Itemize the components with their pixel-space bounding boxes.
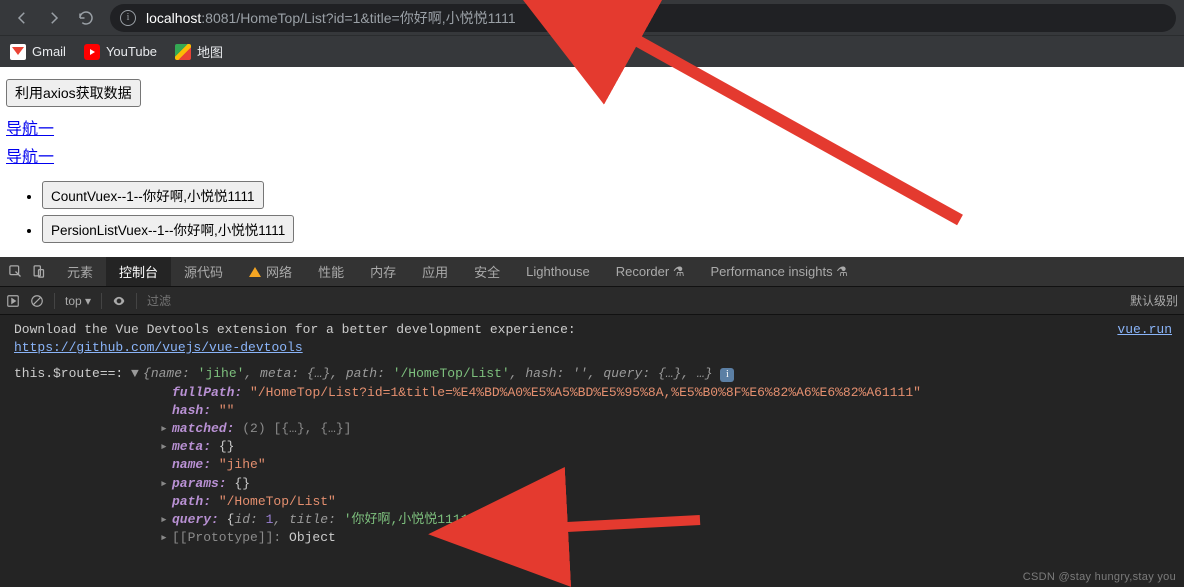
count-vuex-button[interactable]: CountVuex--1--你好啊,小悦悦1111 [42,181,264,209]
persion-list-vuex-button[interactable]: PersionListVuex--1--你好啊,小悦悦1111 [42,215,294,243]
console-line: ▸[[Prototype]]: Object [0,529,1184,547]
console-line: path: "/HomeTop/List" [0,493,1184,511]
bookmark-label: Gmail [32,44,66,59]
list-item: CountVuex--1--你好啊,小悦悦1111 [42,181,1178,209]
clear-console-icon[interactable] [30,294,44,308]
tab-label: 网络 [266,262,292,281]
url-path: :8081/HomeTop/List?id=1&title=你好啊,小悦悦111… [201,10,515,26]
warning-icon [249,267,261,277]
browser-toolbar: i localhost:8081/HomeTop/List?id=1&title… [0,0,1184,35]
tab-recorder[interactable]: Recorder ⚗ [603,257,698,286]
info-badge-icon[interactable]: i [720,368,734,382]
back-icon[interactable] [8,4,36,32]
list-item: PersionListVuex--1--你好啊,小悦悦1111 [42,215,1178,243]
device-toggle-icon[interactable] [31,264,46,279]
nav-links: 导航一 导航一 [6,115,1178,167]
nav-link-2[interactable]: 导航一 [6,143,1178,167]
filter-input[interactable] [147,294,267,308]
youtube-icon [84,44,100,60]
nav-link-1[interactable]: 导航一 [6,115,1178,139]
tab-application[interactable]: 应用 [409,257,461,286]
page-content: 利用axios获取数据 导航一 导航一 CountVuex--1--你好啊,小悦… [0,67,1184,257]
tab-security[interactable]: 安全 [461,257,513,286]
maps-icon [175,44,191,60]
console-filter-bar: top ▾ 默认级别 [0,287,1184,315]
tab-network[interactable]: 网络 [236,257,305,286]
tab-sources[interactable]: 源代码 [171,257,236,286]
console-output: vue.run Download the Vue Devtools extens… [0,315,1184,587]
omnibox[interactable]: i localhost:8081/HomeTop/List?id=1&title… [110,4,1176,32]
tab-console[interactable]: 控制台 [106,257,171,286]
devtools-panel: 元素 控制台 源代码 网络 性能 内存 应用 安全 Lighthouse Rec… [0,257,1184,587]
bookmark-youtube[interactable]: YouTube [84,44,157,60]
console-line: fullPath: "/HomeTop/List?id=1&title=%E4%… [0,384,1184,402]
tab-perf-insights[interactable]: Performance insights ⚗ [697,257,860,286]
url-host: localhost [146,10,201,26]
console-line: ▸matched: (2) [{…}, {…}] [0,420,1184,438]
console-line: hash: "" [0,402,1184,420]
fetch-data-button[interactable]: 利用axios获取数据 [6,79,141,107]
console-line: https://github.com/vuejs/vue-devtools [0,339,1184,357]
route-button-list: CountVuex--1--你好啊,小悦悦1111 PersionListVue… [6,181,1178,243]
log-level-dropdown[interactable]: 默认级别 [1130,292,1178,309]
separator [54,293,55,309]
devtools-inspect-icons [0,257,54,286]
eye-icon[interactable] [112,294,126,308]
inspect-element-icon[interactable] [8,264,23,279]
console-line: name: "jihe" [0,456,1184,474]
console-line: Download the Vue Devtools extension for … [0,321,1184,339]
bookmark-label: YouTube [106,44,157,59]
gmail-icon [10,44,26,60]
tab-performance[interactable]: 性能 [305,257,357,286]
devtools-tabs: 元素 控制台 源代码 网络 性能 内存 应用 安全 Lighthouse Rec… [0,257,1184,287]
console-line: ▸params: {} [0,475,1184,493]
site-info-icon[interactable]: i [120,10,136,26]
bookmarks-bar: Gmail YouTube 地图 [0,35,1184,67]
context-dropdown[interactable]: top ▾ [65,294,91,308]
console-line: this.$route==: ▼{name: 'jihe', meta: {…}… [0,365,1184,383]
bookmark-gmail[interactable]: Gmail [10,44,66,60]
bookmark-maps[interactable]: 地图 [175,42,223,61]
tab-lighthouse[interactable]: Lighthouse [513,257,603,286]
console-line: ▸meta: {} [0,438,1184,456]
url-text: localhost:8081/HomeTop/List?id=1&title=你… [146,8,516,28]
tab-memory[interactable]: 内存 [357,257,409,286]
watermark-text: CSDN @stay hungry,stay you [1023,571,1176,583]
forward-icon[interactable] [40,4,68,32]
source-link[interactable]: vue.run [1117,321,1184,339]
reload-icon[interactable] [72,4,100,32]
bookmark-label: 地图 [197,42,223,61]
devtools-link[interactable]: https://github.com/vuejs/vue-devtools [14,340,303,355]
tab-elements[interactable]: 元素 [54,257,106,286]
separator [101,293,102,309]
console-line: ▸query: {id: 1, title: '你好啊,小悦悦1111'} [0,511,1184,529]
separator [136,293,137,309]
play-icon[interactable] [6,294,20,308]
